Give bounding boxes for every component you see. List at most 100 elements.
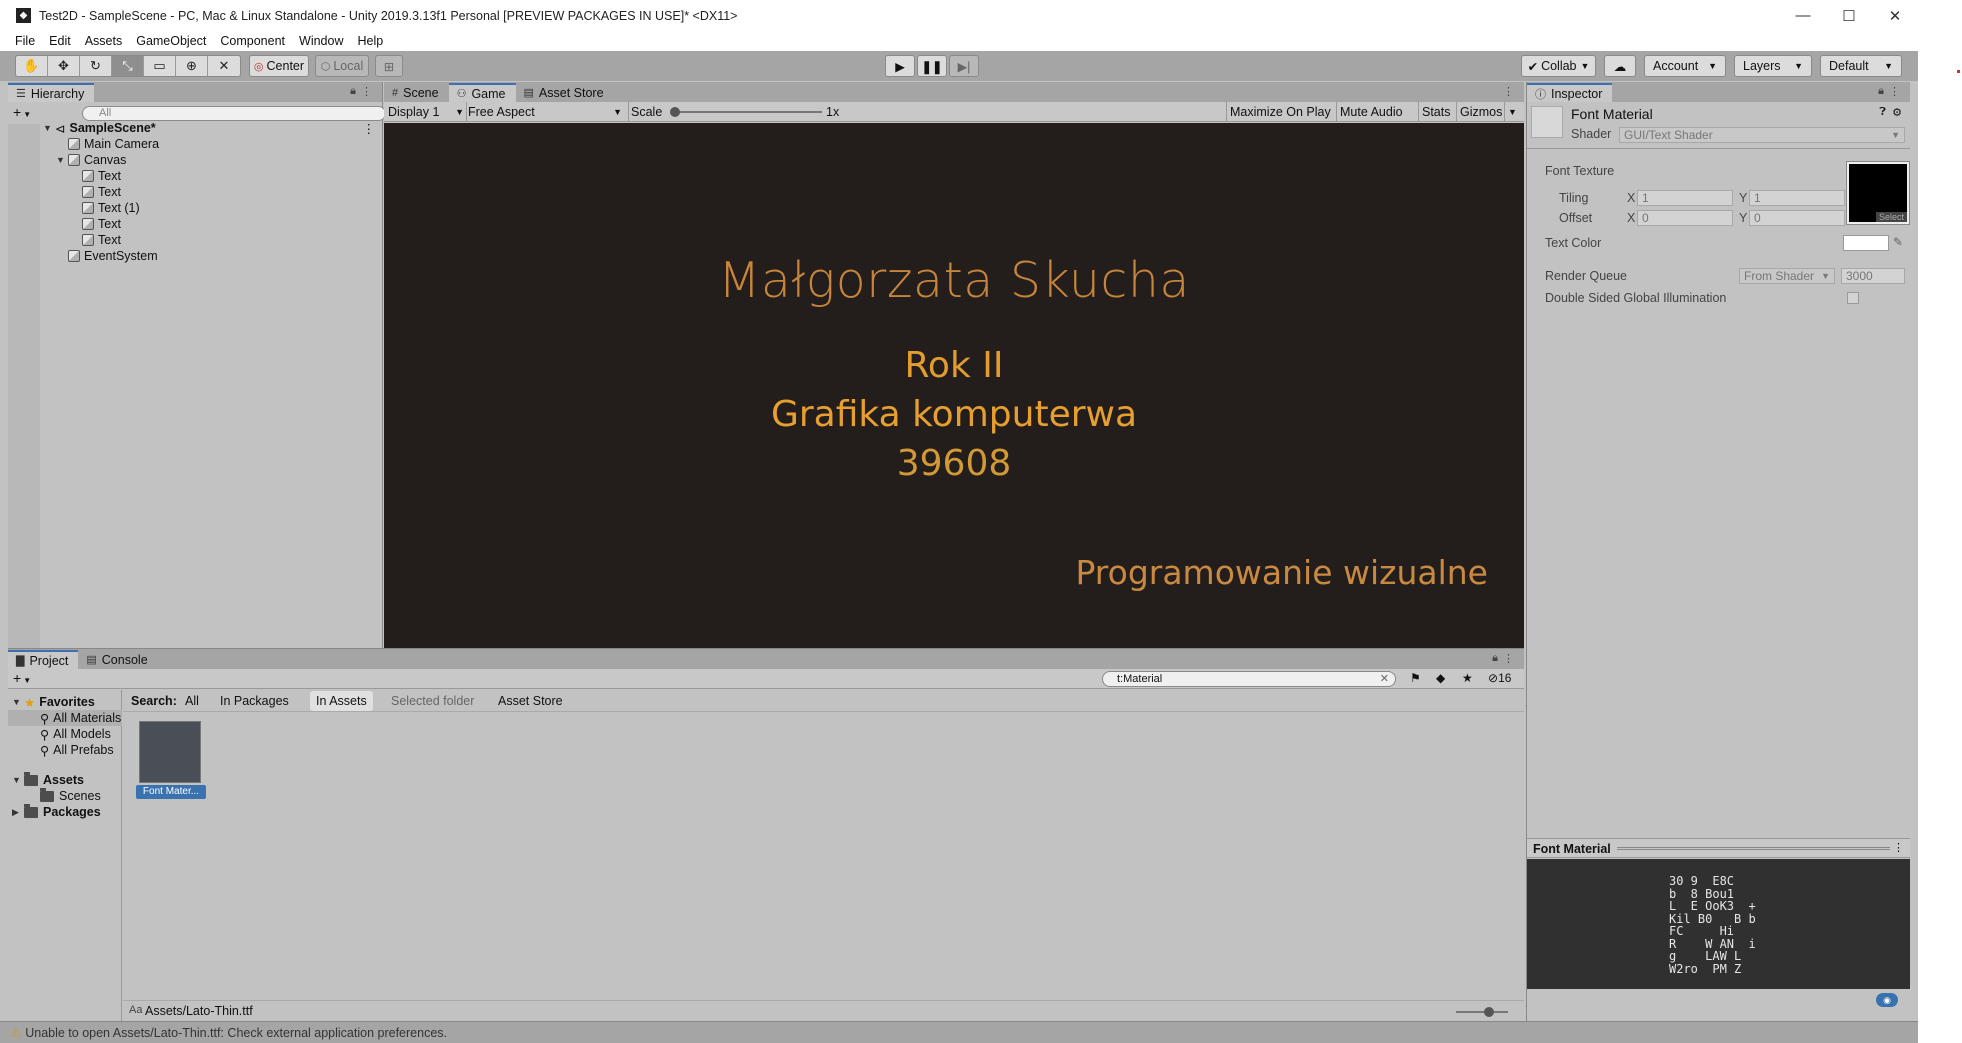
shader-dropdown[interactable]: GUI/Text Shader ▼	[1619, 127, 1905, 143]
hierarchy-item-text-1[interactable]: Text (1)	[82, 200, 140, 216]
gizmos-dropdown-icon[interactable]: ▼	[1508, 102, 1517, 122]
kebab-menu-icon[interactable]: ⋮	[361, 85, 372, 98]
expand-arrow-icon[interactable]: ▼	[56, 155, 68, 165]
maximize-on-play-toggle[interactable]: Maximize On Play	[1230, 102, 1331, 122]
hierarchy-item-eventsystem[interactable]: EventSystem	[68, 248, 158, 264]
help-icon[interactable]: ❓︎	[1879, 106, 1886, 119]
tab-project[interactable]: ▇ Project	[8, 650, 79, 669]
filter-all[interactable]: All	[179, 691, 205, 711]
tab-hierarchy[interactable]: ☰ Hierarchy	[8, 83, 95, 102]
search-by-label-icon[interactable]: ◆	[1436, 671, 1445, 685]
minimize-button[interactable]: —	[1780, 0, 1826, 31]
icon-size-slider-handle[interactable]	[1484, 1007, 1494, 1017]
mute-audio-toggle[interactable]: Mute Audio	[1340, 102, 1403, 122]
clear-search-icon[interactable]: ✕	[1380, 672, 1389, 686]
hidden-packages-icon[interactable]: ⊘16	[1488, 671, 1511, 685]
hierarchy-item-text[interactable]: Text	[82, 168, 121, 184]
offset-y-field[interactable]: 0	[1749, 210, 1845, 226]
menu-file[interactable]: File	[15, 34, 35, 48]
scenes-folder[interactable]: Scenes	[40, 787, 101, 804]
hand-tool-icon[interactable]: ✋	[16, 56, 48, 76]
filter-asset-store[interactable]: Asset Store	[492, 691, 569, 711]
account-dropdown[interactable]: Account ▼	[1644, 55, 1726, 77]
preview-header[interactable]: Font Material ⋮	[1527, 838, 1910, 858]
cloud-button[interactable]: ☁	[1604, 55, 1636, 77]
menu-gameobject[interactable]: GameObject	[136, 34, 206, 48]
kebab-menu-icon[interactable]: ⋮	[1503, 85, 1514, 98]
fav-all-prefabs[interactable]: ⚲ All Prefabs	[40, 742, 114, 758]
scale-slider[interactable]	[670, 107, 822, 117]
expand-arrow-icon[interactable]: ▶	[12, 807, 24, 818]
layout-dropdown[interactable]: Default ▼	[1820, 55, 1902, 77]
tab-console[interactable]: ▤ Console	[78, 650, 157, 669]
filter-in-packages[interactable]: In Packages	[214, 691, 295, 711]
kebab-menu-icon[interactable]: ⋮	[1889, 85, 1900, 98]
expand-arrow-icon[interactable]: ▼	[43, 123, 55, 133]
pivot-local-button[interactable]: ⬡ Local	[315, 55, 369, 77]
menu-window[interactable]: Window	[299, 34, 343, 48]
play-button[interactable]: ▶	[885, 55, 915, 77]
hierarchy-item-text[interactable]: Text	[82, 184, 121, 200]
create-button[interactable]: + ▼	[13, 104, 31, 120]
hierarchy-search-input[interactable]: All	[82, 106, 386, 121]
double-sided-checkbox[interactable]	[1847, 292, 1859, 304]
status-bar[interactable]: ⚠ Unable to open Assets/Lato-Thin.ttf: C…	[0, 1021, 1918, 1043]
asset-label-icon[interactable]: ◉	[1876, 993, 1898, 1007]
render-queue-mode-dropdown[interactable]: From Shader ▼	[1739, 268, 1835, 284]
rect-tool-icon[interactable]: ▭	[144, 56, 176, 76]
kebab-menu-icon[interactable]: ⋮	[1503, 652, 1514, 665]
asset-name-label[interactable]: Font Mater...	[136, 785, 206, 799]
expand-arrow-icon[interactable]: ▼	[12, 775, 24, 785]
scale-tool-icon[interactable]: ⤡	[112, 56, 144, 76]
layers-dropdown[interactable]: Layers ▼	[1734, 55, 1812, 77]
search-by-type-icon[interactable]: ⚑	[1410, 671, 1421, 685]
favorites-header[interactable]: ▼ ★ Favorites	[12, 694, 95, 710]
expand-arrow-icon[interactable]: ▼	[12, 697, 24, 707]
tab-inspector[interactable]: ⓘ Inspector	[1527, 83, 1613, 102]
filter-in-assets[interactable]: In Assets	[310, 691, 373, 711]
fav-all-models[interactable]: ⚲ All Models	[40, 726, 111, 742]
lock-icon[interactable]: 🔒︎	[1492, 652, 1498, 665]
hierarchy-item-text[interactable]: Text	[82, 232, 121, 248]
hierarchy-item-text[interactable]: Text	[82, 216, 121, 232]
menu-edit[interactable]: Edit	[49, 34, 71, 48]
menu-assets[interactable]: Assets	[85, 34, 123, 48]
font-texture-slot[interactable]: Select	[1846, 161, 1910, 225]
menu-component[interactable]: Component	[220, 34, 285, 48]
grid-snap-button[interactable]: ⊞	[375, 55, 403, 77]
project-search-input[interactable]: t:Material ✕	[1102, 671, 1396, 687]
hierarchy-scene-row[interactable]: ▼ ⊲ SampleScene* ⋮	[43, 120, 383, 136]
step-button[interactable]: ▶|	[949, 55, 979, 77]
maximize-button[interactable]: ☐	[1826, 0, 1872, 31]
game-render-view[interactable]: Małgorzata Skucha Rok II Grafika kompute…	[384, 123, 1524, 648]
close-button[interactable]: ✕	[1872, 0, 1918, 31]
fav-all-materials[interactable]: ⚲ All Materials	[8, 710, 122, 726]
display-dropdown[interactable]: Display 1 ▼	[388, 102, 464, 122]
rotate-tool-icon[interactable]: ↻	[80, 56, 112, 76]
pause-button[interactable]: ❚❚	[917, 55, 947, 77]
gizmos-toggle[interactable]: Gizmos	[1460, 102, 1502, 122]
filter-selected-folder[interactable]: Selected folder	[385, 691, 480, 711]
move-tool-icon[interactable]: ✥	[48, 56, 80, 76]
eyedropper-icon[interactable]: ✎	[1893, 235, 1903, 249]
gear-icon[interactable]: ⚙	[1892, 106, 1902, 119]
tiling-y-field[interactable]: 1	[1749, 190, 1845, 206]
favorite-star-icon[interactable]: ★	[1462, 671, 1473, 685]
stats-toggle[interactable]: Stats	[1422, 102, 1451, 122]
menu-help[interactable]: Help	[357, 34, 383, 48]
transform-tool-icon[interactable]: ⊕	[176, 56, 208, 76]
preview-drag-handle[interactable]	[1617, 847, 1890, 850]
hierarchy-item-canvas[interactable]: ▼ Canvas	[56, 152, 126, 168]
kebab-menu-icon[interactable]: ⋮	[1893, 841, 1904, 854]
scene-menu-icon[interactable]: ⋮	[363, 121, 376, 136]
collab-button[interactable]: ✔ Collab ▼	[1521, 55, 1596, 77]
create-asset-button[interactable]: + ▼	[13, 670, 31, 686]
tab-asset-store[interactable]: ▤ Asset Store	[516, 83, 614, 102]
assets-folder[interactable]: ▼ Assets	[12, 771, 84, 788]
text-color-swatch[interactable]	[1843, 235, 1889, 251]
select-texture-button[interactable]: Select	[1875, 212, 1907, 222]
hierarchy-item-main-camera[interactable]: Main Camera	[68, 136, 159, 152]
tab-scene[interactable]: # Scene	[384, 83, 449, 102]
asset-thumbnail[interactable]	[139, 721, 201, 783]
scale-slider-handle[interactable]	[670, 107, 680, 117]
